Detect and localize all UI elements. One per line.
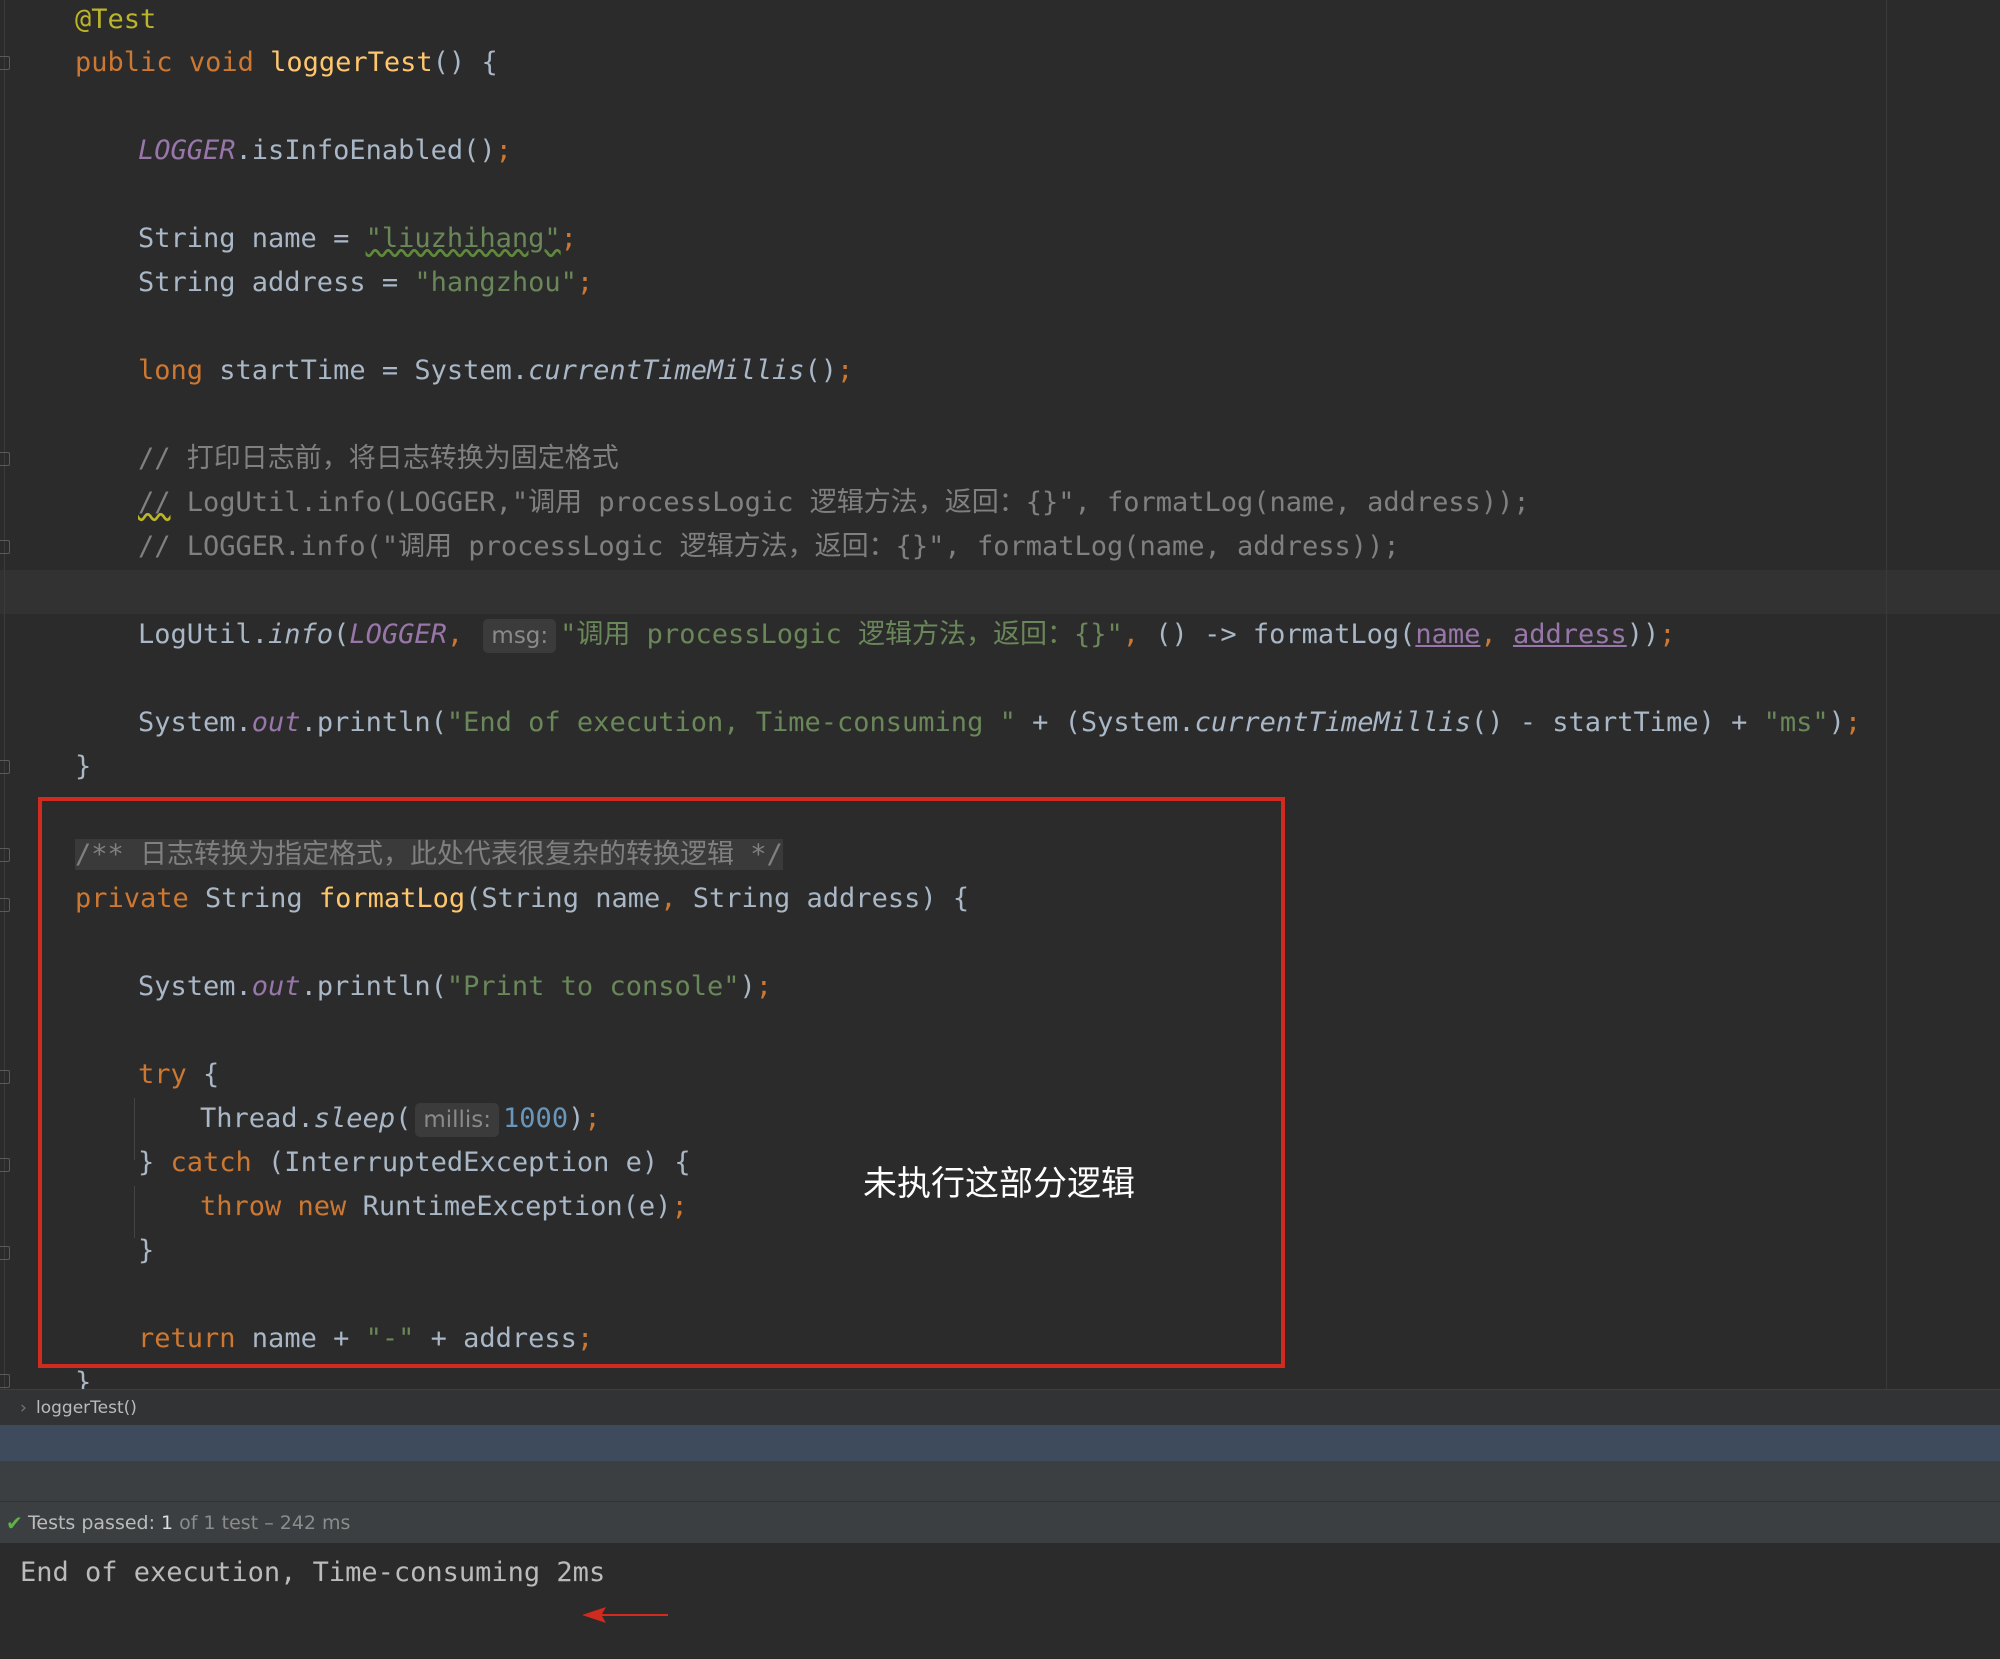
comma: , — [446, 619, 464, 650]
test-status-text: Tests passed: 1 of 1 test – 242 ms — [28, 1502, 350, 1544]
annotation-label: 未执行这部分逻辑 — [863, 1164, 1135, 1204]
arrow-left-icon — [582, 1607, 668, 1623]
code-text: () -> formatLog( — [1139, 619, 1416, 650]
console-panel[interactable]: End of execution, Time-consuming 2ms — [0, 1543, 2000, 1659]
code-line[interactable]: @Test — [75, 0, 156, 42]
fold-marker[interactable] — [0, 848, 10, 862]
code-text: ( — [333, 619, 350, 650]
fold-marker[interactable] — [0, 760, 10, 774]
string-literal: "调用 processLogic 逻辑方法，返回：{}" — [560, 619, 1123, 650]
string-literal: "liuzhihang" — [365, 223, 561, 254]
code-line[interactable]: } — [75, 745, 91, 789]
semicolon: ; — [560, 223, 577, 254]
breadcrumb-item[interactable]: loggerTest() — [36, 1390, 137, 1426]
comma: , — [1480, 619, 1497, 650]
code-text: String name = — [138, 223, 366, 254]
code-text: () { — [432, 47, 498, 78]
console-output: End of execution, Time-consuming 2ms — [20, 1557, 606, 1588]
field-token: LOGGER — [138, 135, 236, 166]
fold-marker[interactable] — [0, 1070, 10, 1084]
code-text: startTime = System. — [203, 355, 529, 386]
code-text: + (System. — [1015, 707, 1195, 738]
captured-variable: name — [1415, 619, 1481, 650]
code-line[interactable]: String address = "hangzhou"; — [138, 261, 593, 305]
annotation-token: @Test — [75, 4, 157, 35]
comma: , — [1122, 619, 1140, 650]
code-text: System. — [138, 707, 252, 738]
captured-variable: address — [1512, 619, 1627, 650]
field-token: out — [251, 707, 301, 738]
status-detail: of 1 test – 242 ms — [173, 1512, 351, 1534]
tool-window-header — [0, 1425, 2000, 1461]
fold-marker[interactable] — [0, 1374, 10, 1388]
comment-text: // LOGGER.info("调用 processLogic 逻辑方法，返回：… — [138, 531, 1400, 562]
code-line[interactable]: // LogUtil.info(LOGGER,"调用 processLogic … — [138, 481, 1530, 525]
fold-marker[interactable] — [0, 452, 10, 466]
tool-window-toolbar — [0, 1461, 2000, 1501]
code-line[interactable]: // 打印日志前，将日志转换为固定格式 — [138, 437, 619, 481]
keyword-token: void — [188, 47, 254, 78]
fold-marker[interactable] — [0, 898, 10, 912]
closing-brace: } — [75, 751, 92, 782]
right-margin-guide — [1886, 0, 1887, 1389]
string-literal: "End of execution, Time-consuming " — [446, 707, 1016, 738]
code-line[interactable]: String name = "liuzhihang"; — [138, 217, 577, 261]
code-text: )) — [1626, 619, 1660, 650]
static-method: currentTimeMillis — [528, 355, 805, 386]
code-line[interactable]: System.out.println("End of execution, Ti… — [138, 701, 1861, 745]
code-editor[interactable]: @Test public void loggerTest() { LOGGER.… — [0, 0, 2000, 1389]
fold-marker[interactable] — [0, 1158, 10, 1172]
code-line[interactable]: LogUtil.info(LOGGER, msg: "调用 processLogi… — [138, 613, 1676, 657]
caret-line-highlight — [0, 570, 2000, 614]
code-text: LogUtil. — [138, 619, 269, 650]
comment-slashes: // — [138, 487, 171, 518]
keyword-token: public — [75, 47, 173, 78]
static-method: currentTimeMillis — [1194, 707, 1471, 738]
code-text: String address = — [138, 267, 415, 298]
parameter-hint: msg: — [483, 618, 557, 653]
gutter-border — [4, 0, 5, 1389]
field-token: LOGGER — [349, 619, 447, 650]
code-line[interactable]: LOGGER.isInfoEnabled(); — [138, 129, 512, 173]
breadcrumb: › loggerTest() — [0, 1389, 2000, 1426]
chevron-right-icon: › — [20, 1398, 27, 1418]
status-count: 1 — [161, 1512, 174, 1534]
code-text: .isInfoEnabled() — [235, 135, 496, 166]
semicolon: ; — [837, 355, 854, 386]
code-text: () - startTime) + — [1471, 707, 1764, 738]
comment-text: // 打印日志前，将日志转换为固定格式 — [138, 443, 619, 474]
semicolon: ; — [1659, 619, 1676, 650]
string-literal: "ms" — [1763, 707, 1829, 738]
fold-marker[interactable] — [0, 1246, 10, 1260]
code-text: .println( — [300, 707, 447, 738]
code-line[interactable]: long startTime = System.currentTimeMilli… — [138, 349, 853, 393]
fold-marker[interactable] — [0, 56, 10, 70]
keyword-token: long — [138, 355, 204, 386]
static-method: info — [268, 619, 334, 650]
closing-brace: } — [75, 1367, 92, 1389]
check-icon: ✔ — [6, 1511, 23, 1535]
code-line[interactable]: public void loggerTest() { — [75, 41, 498, 85]
test-status-bar: ✔ Tests passed: 1 of 1 test – 242 ms — [0, 1501, 2000, 1544]
code-text: ) — [1828, 707, 1845, 738]
semicolon: ; — [1844, 707, 1862, 738]
semicolon: ; — [576, 267, 594, 298]
code-line[interactable]: // LOGGER.info("调用 processLogic 逻辑方法，返回：… — [138, 525, 1400, 569]
comment-text: LogUtil.info(LOGGER,"调用 processLogic 逻辑方… — [170, 487, 1530, 518]
method-name: loggerTest — [270, 47, 433, 78]
code-text: () — [804, 355, 837, 386]
semicolon: ; — [495, 135, 512, 166]
highlight-box — [38, 797, 1285, 1368]
fold-marker[interactable] — [0, 540, 10, 554]
string-literal: "hangzhou" — [414, 267, 577, 298]
status-prefix: Tests passed: — [28, 1512, 162, 1534]
